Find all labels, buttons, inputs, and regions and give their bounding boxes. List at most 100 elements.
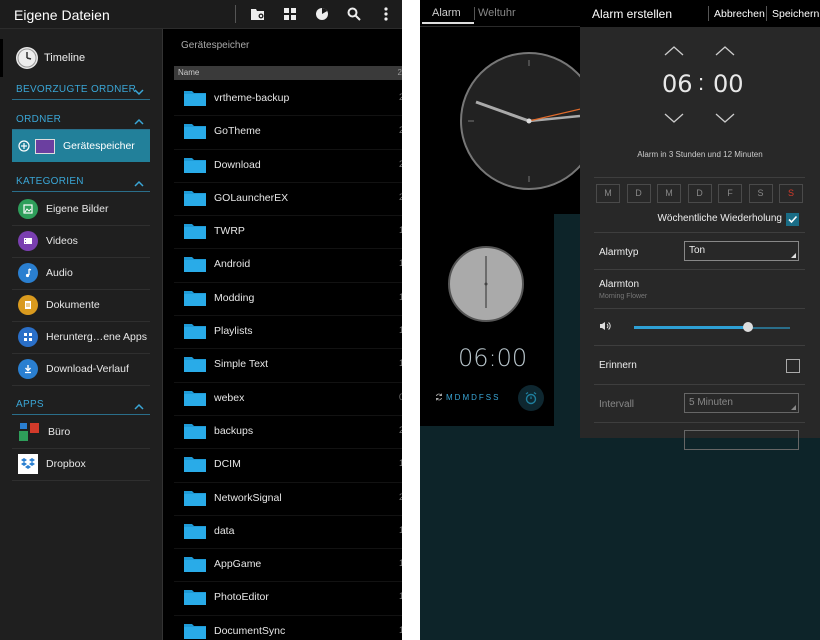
file-row[interactable]: webex 0	[174, 383, 402, 416]
hour-picker[interactable]: 06	[662, 70, 693, 98]
alarm-toggle-button[interactable]	[518, 385, 544, 411]
sidebar-item-label: Dokumente	[46, 299, 100, 311]
file-row[interactable]: PhotoEditor 1	[174, 582, 402, 616]
weekday-toggle[interactable]: D	[626, 184, 651, 203]
hour-down-chevron-icon[interactable]	[664, 110, 684, 128]
file-row[interactable]: AppGame 1	[174, 549, 402, 583]
section-header-folders[interactable]: ORDNER	[12, 113, 150, 130]
remind-checkbox[interactable]	[786, 359, 800, 373]
alarm-clock-icon	[524, 391, 538, 405]
file-row[interactable]: data 1	[174, 516, 402, 550]
section-header-categories[interactable]: KATEGORIEN	[12, 175, 150, 192]
volume-slider-handle[interactable]	[742, 322, 753, 332]
file-name: AppGame	[214, 558, 262, 571]
music-note-icon	[18, 263, 38, 283]
section-header-favorites[interactable]: BEVORZUGTE ORDNER	[12, 83, 150, 100]
weekly-repeat-checkbox[interactable]	[786, 213, 799, 226]
weekday-label: S	[485, 392, 492, 402]
file-row[interactable]: GOLauncherEX 2	[174, 183, 402, 217]
file-row[interactable]: Simple Text 1	[174, 349, 402, 383]
sidebar-item-images[interactable]: Eigene Bilder	[12, 193, 150, 226]
weekday-toggle[interactable]: F	[718, 184, 742, 203]
search-icon[interactable]	[338, 0, 370, 28]
file-list: vrtheme-backup 2 GoTheme 2 Download 2 GOLaunch…	[174, 83, 402, 640]
divider	[594, 177, 805, 178]
file-name: TWRP	[214, 225, 245, 238]
sidebar-item-videos[interactable]: Videos	[12, 225, 150, 258]
alarm-clock-screen: Alarm Weltuhr 06:00 M D M D F S S	[420, 0, 580, 640]
minute-hand	[528, 114, 580, 123]
weekday-toggle[interactable]: S	[748, 184, 773, 203]
file-name: Android	[214, 258, 251, 271]
column-header[interactable]: Name 2	[174, 66, 402, 80]
file-row[interactable]: DCIM 1	[174, 449, 402, 483]
file-row[interactable]: Download 2	[174, 150, 402, 183]
alarm-time-display[interactable]: 06:00	[458, 344, 527, 372]
sidebar-item-dropbox[interactable]: Dropbox	[12, 448, 150, 481]
minute-picker[interactable]: 00	[713, 70, 744, 98]
file-row[interactable]: DocumentSync 1	[174, 616, 402, 640]
alarm-type-select[interactable]: Ton	[684, 241, 799, 261]
sidebar-item-download-history[interactable]: Download-Verlauf	[12, 353, 150, 386]
chevron-down-icon	[134, 83, 144, 101]
image-icon	[18, 199, 38, 219]
alarm-weekdays: M D M D F S S	[434, 392, 498, 402]
file-row[interactable]: Android 1	[174, 249, 402, 283]
pie-chart-icon[interactable]	[306, 0, 338, 28]
file-row[interactable]: vrtheme-backup 2	[174, 83, 402, 117]
folder-icon	[184, 255, 206, 273]
folder-settings-icon[interactable]	[242, 0, 274, 28]
tab-alarm[interactable]: Alarm	[432, 7, 461, 19]
sidebar-item-downloaded-apps[interactable]: Herunterg…ene Apps	[12, 321, 150, 354]
download-icon	[18, 359, 38, 379]
folder-icon	[184, 156, 206, 173]
volume-icon	[599, 321, 611, 331]
sidebar-item-audio[interactable]: Audio	[12, 257, 150, 290]
save-button[interactable]: Speichern	[772, 8, 819, 20]
minute-up-chevron-icon[interactable]	[715, 43, 735, 61]
file-size: 2	[399, 158, 402, 169]
folder-icon	[184, 355, 206, 373]
weekday-toggle[interactable]: S	[779, 184, 803, 203]
section-title: ORDNER	[16, 114, 62, 125]
file-row[interactable]: TWRP 1	[174, 216, 402, 250]
chevron-up-icon	[134, 398, 144, 416]
checkmark-icon	[787, 214, 798, 225]
cancel-button[interactable]: Abbrechen	[714, 8, 765, 20]
file-row[interactable]: Modding 1	[174, 283, 402, 317]
weekday-toggle[interactable]: M	[596, 184, 620, 203]
file-row[interactable]: GoTheme 2	[174, 116, 402, 150]
alarm-tone-value[interactable]: Morning Flower	[599, 293, 647, 300]
file-row[interactable]: Playlists 1	[174, 316, 402, 350]
overlay-backdrop	[554, 214, 580, 426]
sidebar-item-documents[interactable]: Dokumente	[12, 289, 150, 322]
breadcrumb[interactable]: Gerätespeicher	[181, 40, 249, 51]
file-row[interactable]: NetworkSignal 2	[174, 483, 402, 516]
file-row[interactable]: backups 2	[174, 416, 402, 450]
dropdown-indicator-icon	[791, 405, 796, 410]
column-name-header[interactable]: Name	[178, 68, 199, 77]
divider	[594, 384, 805, 385]
section-header-apps[interactable]: APPS	[12, 398, 150, 415]
folder-icon	[184, 455, 206, 473]
weekday-toggle[interactable]: D	[687, 184, 712, 203]
alarm-tone-label[interactable]: Alarmton	[599, 279, 639, 290]
analog-clock	[460, 52, 580, 190]
add-circle-icon[interactable]	[18, 140, 30, 152]
tab-world-clock[interactable]: Weltuhr	[478, 7, 516, 19]
weekday-toggle[interactable]: M	[657, 184, 681, 203]
divider	[594, 422, 805, 423]
column-size-header[interactable]: 2	[398, 68, 402, 77]
sidebar-item-office[interactable]: Büro	[12, 416, 150, 449]
weekday-selector: M D M D F S S	[596, 184, 810, 203]
hour-up-chevron-icon[interactable]	[664, 43, 684, 61]
interval-select[interactable]: 5 Minuten	[684, 393, 799, 413]
sidebar-item-timeline[interactable]: Timeline	[0, 37, 162, 79]
grid-view-icon[interactable]	[274, 0, 306, 28]
file-size: 1	[399, 624, 402, 635]
minute-down-chevron-icon[interactable]	[715, 110, 735, 128]
repeat-count-select[interactable]	[684, 430, 799, 450]
file-size: 1	[399, 291, 402, 302]
sidebar-item-device-storage[interactable]: Gerätespeicher	[12, 130, 150, 162]
overflow-menu-icon[interactable]	[370, 0, 402, 28]
